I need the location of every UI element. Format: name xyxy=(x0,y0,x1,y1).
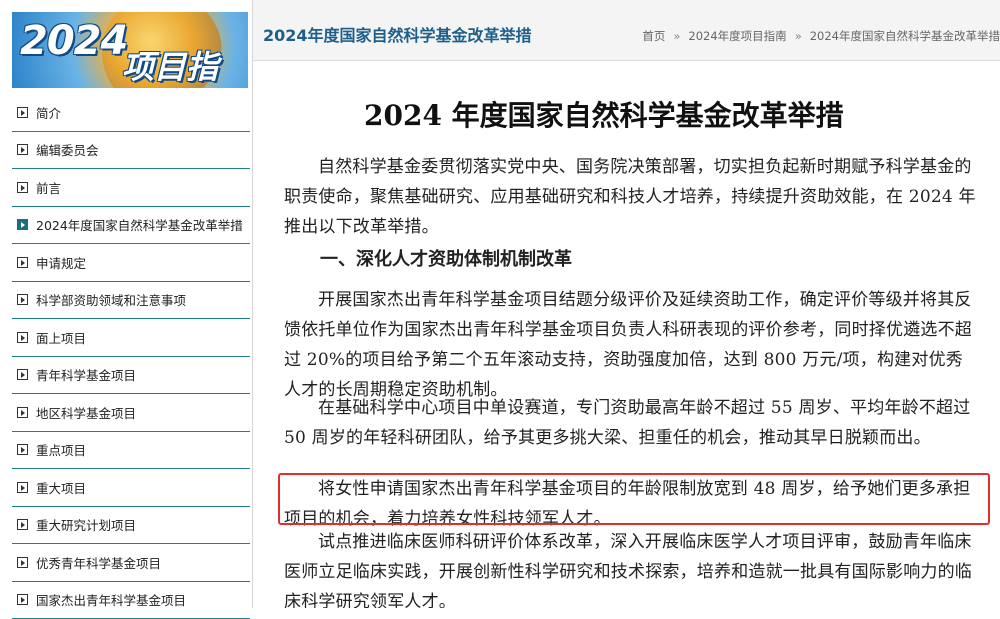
sidebar-nav: 简介 编辑委员会 前言 2024年度国家自然科学基金改革举措 申请规定 科学部资… xyxy=(12,94,250,619)
sidebar-item-distinguished-young[interactable]: 国家杰出青年科学基金项目 xyxy=(12,582,250,619)
banner-year: 2024 xyxy=(20,18,127,64)
sidebar-item-major-program[interactable]: 重大项目 xyxy=(12,469,250,507)
banner-text: 项目指南 xyxy=(122,42,248,88)
sidebar-item-label: 国家杰出青年科学基金项目 xyxy=(36,590,186,609)
sidebar-item-reform-measures[interactable]: 2024年度国家自然科学基金改革举措 xyxy=(12,207,250,245)
sidebar-item-young-scientists[interactable]: 青年科学基金项目 xyxy=(12,357,250,395)
sidebar-item-label: 编辑委员会 xyxy=(36,140,99,159)
sidebar-item-label: 2024年度国家自然科学基金改革举措 xyxy=(36,215,243,234)
breadcrumb-home[interactable]: 首页 xyxy=(642,29,665,43)
arrow-right-icon xyxy=(17,294,28,305)
sidebar-item-label: 青年科学基金项目 xyxy=(36,365,136,384)
arrow-right-icon xyxy=(17,332,28,343)
header-title: 2024年度国家自然科学基金改革举措 xyxy=(263,22,532,46)
intro-paragraph: 自然科学基金委贯彻落实党中央、国务院决策部署，切实担负起新时期赋予科学基金的职责… xyxy=(284,152,980,242)
sidebar-item-label: 地区科学基金项目 xyxy=(36,403,136,422)
sidebar-item-funding-areas[interactable]: 科学部资助领域和注意事项 xyxy=(12,282,250,320)
arrow-right-icon xyxy=(17,482,28,493)
page-header: 2024年度国家自然科学基金改革举措 首页 » 2024年度项目指南 » 2024年度国… xyxy=(253,0,1000,61)
arrow-right-icon xyxy=(17,594,28,605)
arrow-right-icon xyxy=(17,557,28,568)
article-heading: 2024 年度国家自然科学基金改革举措 xyxy=(364,94,844,134)
sidebar-item-label: 前言 xyxy=(36,178,61,197)
sidebar-item-label: 重大研究计划项目 xyxy=(36,515,136,534)
breadcrumb-current[interactable]: 2024年度国家自然科学基金改革举措 xyxy=(810,29,1000,43)
section-heading: 一、深化人才资助体制机制改革 xyxy=(320,245,572,271)
sidebar-item-application-rules[interactable]: 申请规定 xyxy=(12,244,250,282)
article-content: 2024 年度国家自然科学基金改革举措 自然科学基金委贯彻落实党中央、国务院决策… xyxy=(280,60,1000,608)
arrow-right-icon xyxy=(17,407,28,418)
sidebar-item-general-program[interactable]: 面上项目 xyxy=(12,319,250,357)
sidebar-item-major-research-plan[interactable]: 重大研究计划项目 xyxy=(12,507,250,545)
breadcrumb-guide[interactable]: 2024年度项目指南 xyxy=(688,29,786,43)
arrow-right-icon xyxy=(17,107,28,118)
sidebar-item-key-program[interactable]: 重点项目 xyxy=(12,432,250,470)
breadcrumb-separator: » xyxy=(673,29,680,43)
sidebar-item-label: 简介 xyxy=(36,103,61,122)
paragraph-1: 开展国家杰出青年科学基金项目结题分级评价及延续资助工作，确定评价等级并将其反馈依… xyxy=(284,285,980,405)
highlight-box xyxy=(278,473,990,525)
sidebar: 2024 项目指南 简介 编辑委员会 前言 2024年度国家自然科学基金改革举措… xyxy=(0,0,252,608)
sidebar-item-label: 面上项目 xyxy=(36,328,86,347)
arrow-right-icon xyxy=(17,219,28,230)
sidebar-item-editorial-board[interactable]: 编辑委员会 xyxy=(12,132,250,170)
arrow-right-icon xyxy=(17,369,28,380)
sidebar-item-regional-fund[interactable]: 地区科学基金项目 xyxy=(12,394,250,432)
breadcrumb: 首页 » 2024年度项目指南 » 2024年度国家自然科学基金改革举措 xyxy=(642,28,1000,44)
sidebar-item-label: 科学部资助领域和注意事项 xyxy=(36,290,186,309)
arrow-right-icon xyxy=(17,519,28,530)
paragraph-2: 在基础科学中心项目中单设赛道，专门资助最高年龄不超过 55 周岁、平均年龄不超过… xyxy=(284,393,980,453)
arrow-right-icon xyxy=(17,444,28,455)
paragraph-4: 试点推进临床医师科研评价体系改革，深入开展临床医学人才项目评审，鼓励青年临床医师… xyxy=(284,527,980,608)
sidebar-item-label: 优秀青年科学基金项目 xyxy=(36,553,161,572)
sidebar-item-preface[interactable]: 前言 xyxy=(12,169,250,207)
arrow-right-icon xyxy=(17,257,28,268)
sidebar-item-label: 重点项目 xyxy=(36,440,86,459)
sidebar-item-intro[interactable]: 简介 xyxy=(12,94,250,132)
project-guide-banner[interactable]: 2024 项目指南 xyxy=(12,12,248,88)
breadcrumb-separator: » xyxy=(795,29,802,43)
arrow-right-icon xyxy=(17,144,28,155)
sidebar-divider xyxy=(252,0,253,608)
sidebar-item-label: 申请规定 xyxy=(36,253,86,272)
sidebar-item-excellent-young[interactable]: 优秀青年科学基金项目 xyxy=(12,544,250,582)
arrow-right-icon xyxy=(17,182,28,193)
sidebar-item-label: 重大项目 xyxy=(36,478,86,497)
